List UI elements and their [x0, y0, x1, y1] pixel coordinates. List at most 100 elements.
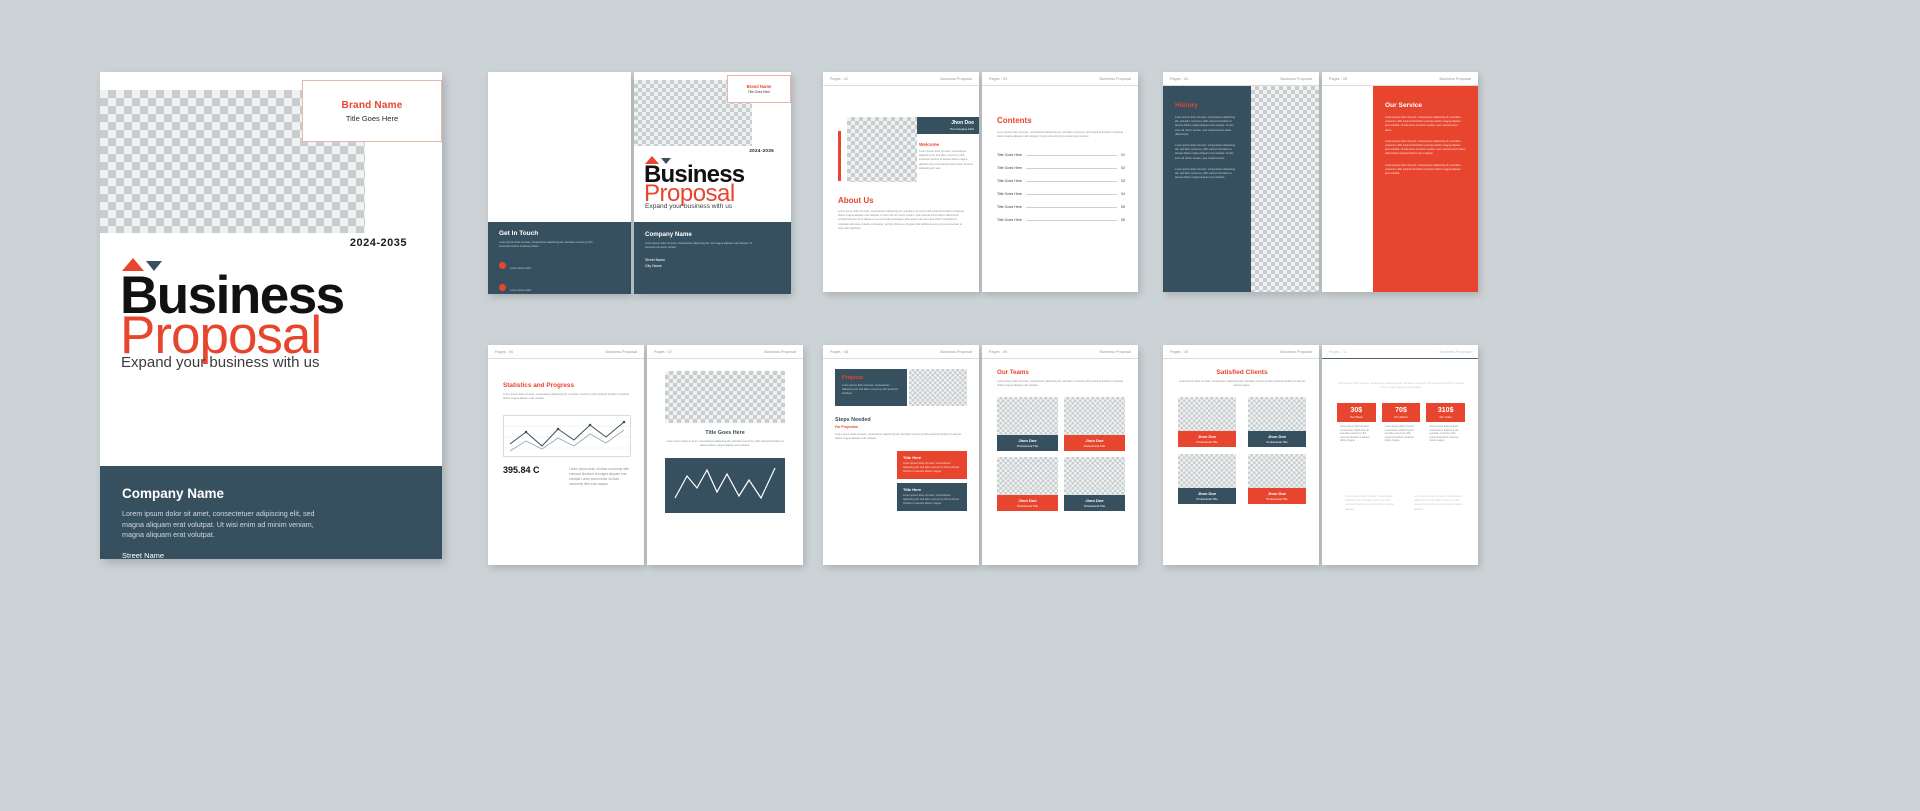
- page-03-contents: Pages : 03 Business Proposal Contents Lo…: [982, 72, 1138, 292]
- page-label: Pages : 09: [989, 349, 1008, 354]
- client-role: Professional Title: [1196, 440, 1218, 444]
- contents-item-label: Title Goes Here: [997, 179, 1023, 184]
- plan-features: Lorem ipsum dolor sit amet, consectetuer…: [1429, 425, 1459, 443]
- back-cover-year-range: 2024-2035: [749, 148, 774, 153]
- contents-item-label: Title Goes Here: [997, 218, 1023, 223]
- steps-text: Lorem ipsum dolor sit amet, consectetuer…: [835, 433, 962, 441]
- step-card-2: Title Here Lorem ipsum dolor sit amet, c…: [897, 483, 967, 511]
- step-card-1: Title Here Lorem ipsum dolor sit amet, c…: [897, 451, 967, 479]
- page-label: Pages : 06: [495, 349, 514, 354]
- contents-item[interactable]: Title Goes Here 04: [997, 192, 1125, 196]
- service-paragraph-2: Lorem ipsum dolor sit amet, consectetuer…: [1385, 139, 1466, 156]
- page-header: Pages : 08 Business Proposal: [823, 345, 979, 359]
- client-photo: [1178, 397, 1236, 431]
- plan-period: Per Month: [1381, 415, 1421, 422]
- team-member-name: Jhon Doe: [1018, 438, 1037, 443]
- about-text: Lorem ipsum dolor sit amet, consectetuer…: [838, 210, 965, 230]
- back-cover-brand-box: Brand Name Title Goes Here: [727, 75, 791, 103]
- page-07-image-placeholder: [665, 371, 785, 423]
- team-member-name: Jhon Doe: [1018, 498, 1037, 503]
- statistics-value: 395.84 C: [503, 465, 540, 475]
- contents-list: Title Goes Here 01 Title Goes Here 02 Ti…: [997, 153, 1125, 222]
- contents-item[interactable]: Title Goes Here 05: [997, 205, 1125, 209]
- service-paragraph-3: Lorem ipsum dolor sit amet, consectetuer…: [1385, 163, 1461, 176]
- phone-icon: [499, 261, 506, 269]
- team-member-card[interactable]: Jhon Doe Professional Title: [997, 457, 1058, 511]
- plan-period: Per Week: [1337, 415, 1376, 422]
- get-in-touch-title: Get In Touch: [499, 230, 539, 237]
- clients-title: Satisfied Clients: [1216, 369, 1268, 376]
- cover-tagline: Expand your business with us: [121, 354, 320, 371]
- contents-item-page: 06: [1121, 218, 1125, 223]
- client-card[interactable]: Jhon Doe Professional Title: [1248, 397, 1306, 447]
- contents-item[interactable]: Title Goes Here 03: [997, 179, 1125, 183]
- page-label: Pages : 03: [989, 76, 1008, 81]
- contents-item[interactable]: Title Goes Here 02: [997, 166, 1125, 170]
- step-card-title: Title Here: [903, 455, 922, 460]
- cover-footer: Company Name Lorem ipsum dolor sit amet,…: [100, 466, 442, 559]
- plan-price: 310$: [1426, 403, 1466, 415]
- client-card[interactable]: Jhon Doe Professional Title: [1178, 397, 1236, 447]
- step-card-text: Lorem ipsum dolor sit amet, consectetuer…: [903, 494, 959, 506]
- contents-item-page: 04: [1121, 192, 1125, 197]
- client-name: Jhon Doe: [1267, 434, 1287, 439]
- page-header: Pages : 11 Business Proposal: [1322, 345, 1478, 359]
- pricing-title: Pricing And Plans: [1373, 371, 1429, 378]
- contact-row: Lorem ipsum dolor: [499, 278, 620, 294]
- page-07-chart-panel: [665, 458, 785, 513]
- service-panel: Our Service Lorem ipsum dolor sit amet, …: [1373, 86, 1478, 292]
- contents-item[interactable]: Title Goes Here 01: [997, 153, 1125, 157]
- contents-item-page: 03: [1121, 179, 1125, 184]
- brochure-mockup-canvas: Brand Name Title Goes Here 2024-2035 Bus…: [0, 0, 1920, 811]
- client-label: Jhon Doe Professional Title: [1248, 488, 1306, 504]
- page-header: Pages : 03 Business Proposal: [982, 72, 1138, 86]
- step-card-title: Title Here: [903, 487, 922, 492]
- teams-title: Our Teams: [997, 369, 1029, 376]
- contents-item[interactable]: Title Goes Here 06: [997, 218, 1125, 222]
- contents-item-leader: [1026, 168, 1117, 169]
- page-label: Pages : 05: [1329, 76, 1348, 81]
- team-member-role: Professional Title: [1083, 504, 1106, 508]
- welcome-title: Welcome: [919, 142, 940, 147]
- contact-line1: Lorem ipsum dolor: [510, 289, 532, 293]
- team-member-role: Professional Title: [1083, 444, 1106, 448]
- about-title: About Us: [838, 196, 874, 205]
- pricing-plan-card[interactable]: 310$ Per Years Lorem ipsum dolor sit ame…: [1426, 403, 1466, 446]
- contents-item-label: Title Goes Here: [997, 205, 1023, 210]
- pricing-plan-card[interactable]: 30$ Per Week Lorem ipsum dolor sit amet,…: [1337, 403, 1376, 446]
- bullet-icon: [1406, 495, 1410, 499]
- team-member-label: Jhon Doe Professional Title: [1064, 435, 1125, 451]
- team-member-card[interactable]: Jhon Doe Professional Title: [1064, 457, 1125, 511]
- history-panel: History Lorem ipsum dolor sit amet, cons…: [1163, 86, 1251, 292]
- history-paragraph-3: Lorem ipsum dolor sit amet, consectetuer…: [1175, 167, 1235, 180]
- team-member-label: Jhon Doe Professional Title: [1064, 495, 1125, 511]
- service-title: Our Service: [1385, 102, 1423, 109]
- team-member-card[interactable]: Jhon Doe Professional Title: [997, 397, 1058, 451]
- cover-street-name: Street Name: [122, 550, 165, 560]
- clients-text: Lorem ipsum dolor sit amet, consectetuer…: [1178, 380, 1305, 388]
- page-08-projects: Pages : 08 Business Proposal Projects Lo…: [823, 345, 979, 565]
- plan-price: 70$: [1381, 403, 1421, 415]
- back-cover-brand-subtitle: Title Goes Here: [747, 90, 771, 94]
- pricing-plan-card[interactable]: 70$ Per Month Lorem ipsum dolor sit amet…: [1381, 403, 1421, 446]
- pricing-note-text: Lorem ipsum dolor sit amet, consectetuer…: [1414, 495, 1463, 511]
- back-cover-footer: Company Name Lorem ipsum dolor sit amet,…: [634, 222, 791, 294]
- step-card-text: Lorem ipsum dolor sit amet, consectetuer…: [903, 462, 959, 474]
- client-card[interactable]: Jhon Doe Professional Title: [1178, 454, 1236, 504]
- service-paragraph-1: Lorem ipsum dolor sit amet, consectetuer…: [1385, 116, 1461, 132]
- page-header: Pages : 06 Business Proposal: [488, 345, 644, 359]
- get-in-touch-text: Lorem ipsum dolor sit amet, consectetuer…: [499, 241, 593, 249]
- client-role: Professional Title: [1266, 497, 1288, 501]
- contents-title: Contents: [997, 116, 1032, 125]
- team-member-card[interactable]: Jhon Doe Professional Title: [1064, 397, 1125, 451]
- plan-period: Per Years: [1426, 415, 1466, 422]
- client-card[interactable]: Jhon Doe Professional Title: [1248, 454, 1306, 504]
- zigzag-chart-svg: [674, 467, 776, 500]
- page-label: Pages : 08: [830, 349, 849, 354]
- steps-title: Steps Needed: [835, 417, 871, 423]
- doc-label: Business Proposal: [1280, 76, 1312, 81]
- doc-label: Business Proposal: [1439, 349, 1471, 354]
- client-label: Jhon Doe Professional Title: [1178, 488, 1236, 504]
- contents-item-leader: [1026, 207, 1117, 208]
- contents-item-leader: [1026, 181, 1117, 182]
